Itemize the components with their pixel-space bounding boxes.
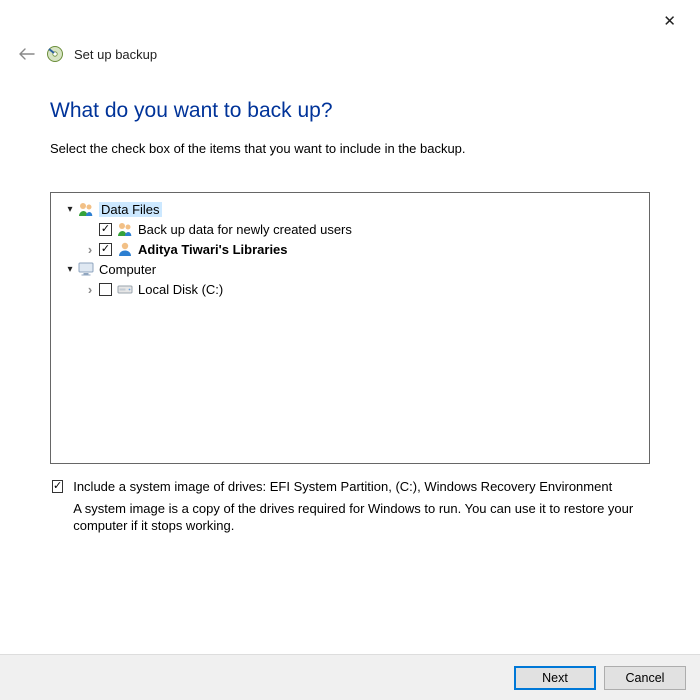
chevron-right-icon[interactable] — [83, 242, 97, 257]
tree-node-newly-created-users[interactable]: Back up data for newly created users — [55, 219, 645, 239]
tree-node-user-libraries[interactable]: Aditya Tiwari's Libraries — [55, 239, 645, 259]
next-button[interactable]: Next — [514, 666, 596, 690]
tree-label: Aditya Tiwari's Libraries — [138, 242, 288, 257]
user-icon — [116, 241, 134, 257]
cancel-button[interactable]: Cancel — [604, 666, 686, 690]
tree-label: Data Files — [99, 202, 162, 217]
checkbox-user-libraries[interactable] — [99, 243, 112, 256]
system-image-description: A system image is a copy of the drives r… — [73, 500, 650, 535]
system-image-option: Include a system image of drives: EFI Sy… — [50, 478, 650, 535]
back-button[interactable] — [18, 45, 36, 63]
backup-wizard-icon — [46, 45, 64, 63]
checkbox-local-disk-c[interactable] — [99, 283, 112, 296]
wizard-footer: Next Cancel — [0, 654, 700, 700]
backup-items-tree[interactable]: Data Files Back up data for newly create… — [50, 192, 650, 464]
chevron-down-icon[interactable] — [63, 264, 77, 275]
checkbox-newly-created-users[interactable] — [99, 223, 112, 236]
system-image-label: Include a system image of drives: EFI Sy… — [73, 478, 650, 496]
chevron-down-icon[interactable] — [63, 204, 77, 215]
chevron-right-icon[interactable] — [83, 282, 97, 297]
tree-node-data-files[interactable]: Data Files — [55, 199, 645, 219]
tree-label: Computer — [99, 262, 156, 277]
close-button[interactable]: ✕ — [657, 10, 682, 32]
tree-node-local-disk-c[interactable]: Local Disk (C:) — [55, 279, 645, 299]
content-area: What do you want to back up? Select the … — [0, 63, 700, 535]
arrow-left-icon — [19, 48, 35, 60]
page-heading: What do you want to back up? — [50, 99, 650, 123]
tree-label: Back up data for newly created users — [138, 222, 352, 237]
computer-icon — [77, 261, 95, 277]
tree-label: Local Disk (C:) — [138, 282, 223, 297]
wizard-title: Set up backup — [74, 47, 157, 62]
checkbox-system-image[interactable] — [52, 480, 63, 493]
users-icon — [116, 221, 134, 237]
users-icon — [77, 201, 95, 217]
drive-icon — [116, 281, 134, 297]
wizard-header: Set up backup — [0, 0, 700, 63]
close-icon: ✕ — [663, 13, 676, 30]
tree-node-computer[interactable]: Computer — [55, 259, 645, 279]
page-subtitle: Select the check box of the items that y… — [50, 141, 650, 156]
